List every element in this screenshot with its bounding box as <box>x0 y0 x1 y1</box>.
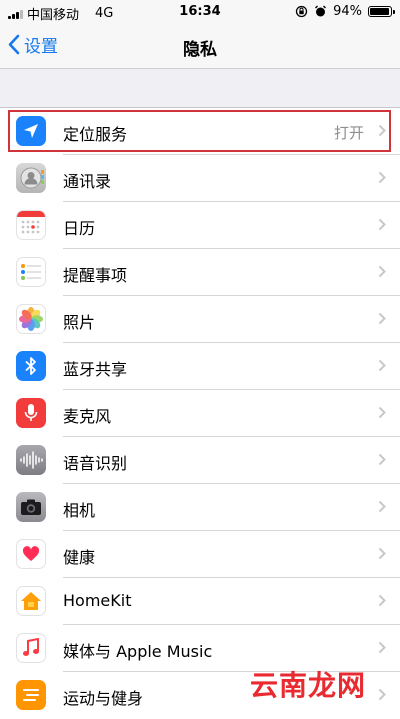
home-icon <box>16 586 46 616</box>
chevron-right-icon <box>378 171 386 184</box>
list-item-label: 健康 <box>63 548 96 567</box>
page-title: 隐私 <box>183 40 217 60</box>
list-item-homekit[interactable]: HomeKit <box>0 578 400 625</box>
orientation-lock-icon <box>295 5 308 18</box>
chevron-right-icon <box>378 265 386 278</box>
list-item-photos[interactable]: 照片 <box>0 296 400 343</box>
list-item-speech-recognition[interactable]: 语音识别 <box>0 437 400 484</box>
list-item-label: 照片 <box>63 313 96 332</box>
list-item-label: 运动与健身 <box>63 689 144 708</box>
status-right: 94% <box>295 4 395 19</box>
chevron-right-icon <box>378 594 386 607</box>
chevron-right-icon <box>378 218 386 231</box>
chevron-right-icon <box>378 359 386 372</box>
microphone-icon <box>16 398 46 428</box>
chevron-right-icon <box>378 500 386 513</box>
list-item-contacts[interactable]: 通讯录 <box>0 155 400 202</box>
chevron-right-icon <box>378 453 386 466</box>
list-item-label: 通讯录 <box>63 172 112 191</box>
list-item-bluetooth-sharing[interactable]: 蓝牙共享 <box>0 343 400 390</box>
photos-icon <box>16 304 46 334</box>
list-item-label: 相机 <box>63 501 96 520</box>
battery-icon <box>368 6 395 17</box>
list-item-health[interactable]: 健康 <box>0 531 400 578</box>
list-item-label: 麦克风 <box>63 407 112 426</box>
list-item-calendar[interactable]: 日历 <box>0 202 400 249</box>
chevron-right-icon <box>378 688 386 701</box>
list-item-reminders[interactable]: 提醒事项 <box>0 249 400 296</box>
bluetooth-icon <box>16 351 46 381</box>
chevron-right-icon <box>378 312 386 325</box>
watermark-text: 云南龙网 <box>249 669 366 702</box>
camera-icon <box>16 492 46 522</box>
music-note-icon <box>16 633 46 663</box>
contacts-icon <box>16 163 46 193</box>
list-item-label: 定位服务 <box>63 125 128 144</box>
list-item-location-services[interactable]: 定位服务 打开 <box>0 108 400 155</box>
alarm-icon <box>315 5 327 17</box>
waveform-icon <box>16 445 46 475</box>
list-item-label: 语音识别 <box>63 454 128 473</box>
location-status-value: 打开 <box>333 124 364 142</box>
fitness-icon <box>16 680 46 710</box>
navigation-bar: 设置 隐私 <box>0 24 400 69</box>
reminders-icon <box>16 257 46 287</box>
list-item-label: 媒体与 Apple Music <box>63 642 213 661</box>
location-arrow-icon <box>16 116 46 146</box>
status-bar: 中国移动 4G 16:34 94% <box>0 0 400 24</box>
calendar-icon <box>16 210 46 240</box>
list-item-microphone[interactable]: 麦克风 <box>0 390 400 437</box>
chevron-right-icon <box>378 124 386 137</box>
chevron-right-icon <box>378 406 386 419</box>
chevron-right-icon <box>378 547 386 560</box>
privacy-list: 定位服务 打开 通讯录 日历 提醒事项 照片 蓝牙共享 麦克风 语音识别 相机 … <box>0 107 400 719</box>
list-item-label: 蓝牙共享 <box>63 360 128 379</box>
list-item-label: HomeKit <box>63 591 132 610</box>
heart-icon <box>16 539 46 569</box>
list-item-camera[interactable]: 相机 <box>0 484 400 531</box>
list-item-label: 日历 <box>63 219 96 238</box>
chevron-right-icon <box>378 641 386 654</box>
list-item-label: 提醒事项 <box>63 266 128 285</box>
battery-percent: 94% <box>333 4 362 19</box>
